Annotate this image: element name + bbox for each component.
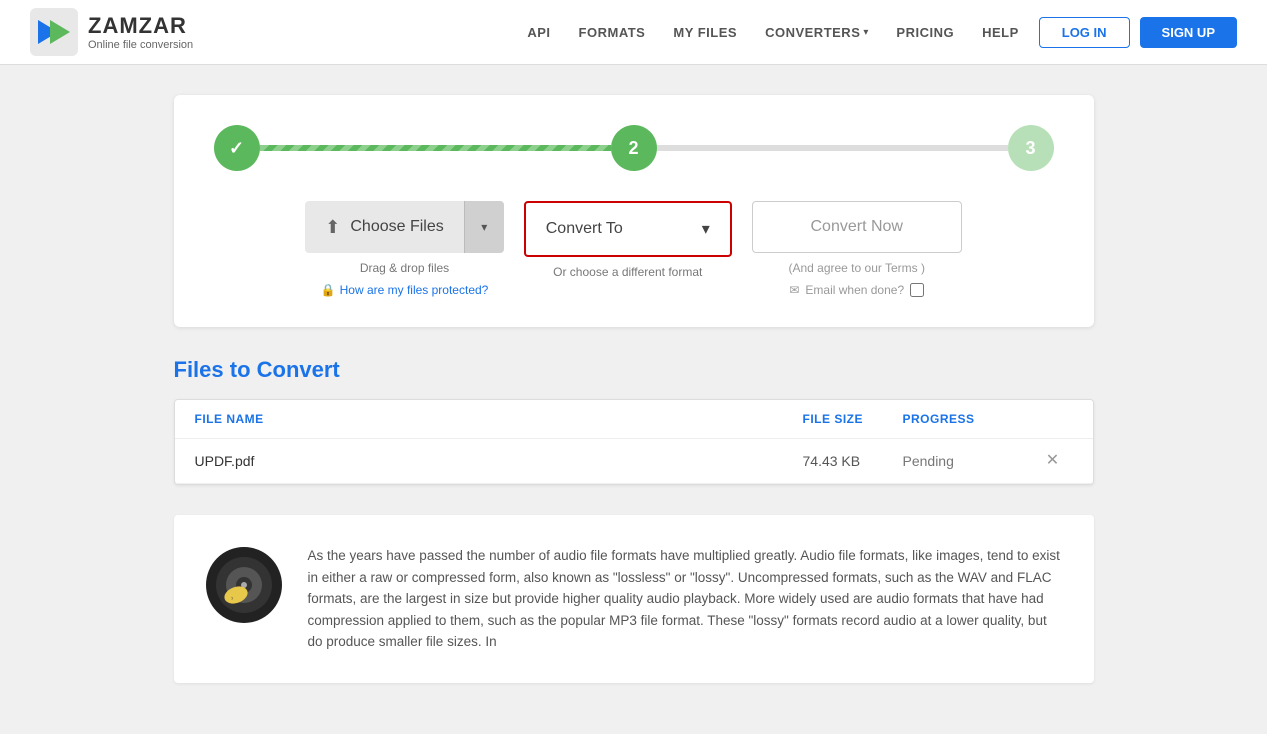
files-table: FILE NAME FILE SIZE PROGRESS UPDF.pdf 74… bbox=[174, 399, 1094, 485]
logo-icon bbox=[30, 8, 78, 56]
file-remove-cell: ✕ bbox=[1033, 453, 1073, 469]
terms-text: (And agree to our Terms ) bbox=[788, 261, 925, 275]
terms-prefix: (And agree to our bbox=[788, 261, 885, 275]
convert-to-label: Convert To bbox=[546, 220, 623, 238]
file-name-cell: UPDF.pdf bbox=[195, 453, 803, 469]
file-name-value: UPDF.pdf bbox=[195, 453, 255, 469]
nav-converters-label: CONVERTERS bbox=[765, 25, 860, 40]
remove-file-button[interactable]: ✕ bbox=[1046, 453, 1059, 469]
convert-to-select[interactable]: Convert To ▾ bbox=[528, 205, 728, 253]
choose-files-button[interactable]: ⬆ Choose Files ▾ bbox=[305, 201, 503, 253]
main-content: ✓ 2 3 ⬆ Choose Files ▾ bbox=[154, 65, 1114, 713]
files-title-colored: Convert bbox=[257, 357, 340, 382]
nav-api[interactable]: API bbox=[527, 25, 550, 40]
step-2-label: 2 bbox=[628, 138, 638, 159]
col-filename-header: FILE NAME bbox=[195, 412, 803, 426]
step-2-circle: 2 bbox=[611, 125, 657, 171]
step-1-circle: ✓ bbox=[214, 125, 260, 171]
login-button[interactable]: LOG IN bbox=[1039, 17, 1130, 48]
nav-pricing[interactable]: PRICING bbox=[896, 25, 954, 40]
actions-row: ⬆ Choose Files ▾ Drag & drop files 🔒 How… bbox=[214, 201, 1054, 297]
file-progress-cell: Pending bbox=[903, 453, 1033, 469]
convert-to-wrapper: Convert To ▾ Or choose a different forma… bbox=[524, 201, 732, 279]
signup-button[interactable]: SIGN UP bbox=[1140, 17, 1237, 48]
email-row: ✉ Email when done? bbox=[789, 283, 924, 297]
nav-converters[interactable]: CONVERTERS ▾ bbox=[765, 25, 868, 40]
convert-to-select-wrapper: Convert To ▾ bbox=[524, 201, 732, 257]
step-line-2 bbox=[657, 145, 1008, 151]
email-icon: ✉ bbox=[789, 283, 799, 297]
logo[interactable]: ZAMZAR Online file conversion bbox=[30, 8, 193, 56]
drag-drop-text: Drag & drop files bbox=[360, 261, 449, 275]
choose-files-label: Choose Files bbox=[350, 218, 443, 236]
choose-files-main: ⬆ Choose Files bbox=[305, 217, 463, 238]
step-progress: ✓ 2 3 bbox=[214, 125, 1054, 171]
convert-now-button[interactable]: Convert Now bbox=[752, 201, 962, 253]
terms-suffix: ) bbox=[921, 261, 925, 275]
header-buttons: LOG IN SIGN UP bbox=[1039, 17, 1237, 48]
protection-label: How are my files protected? bbox=[340, 283, 489, 297]
email-label: Email when done? bbox=[805, 283, 904, 297]
converters-chevron-icon: ▾ bbox=[863, 27, 868, 38]
info-image-wrapper: ♪ bbox=[204, 545, 284, 653]
logo-text: ZAMZAR Online file conversion bbox=[88, 13, 193, 51]
convert-now-wrapper: Convert Now (And agree to our Terms ) ✉ … bbox=[752, 201, 962, 297]
convert-to-chevron-icon: ▾ bbox=[702, 219, 710, 239]
step-3-label: 3 bbox=[1025, 138, 1035, 159]
files-title-plain: Files to bbox=[174, 357, 257, 382]
header: ZAMZAR Online file conversion API FORMAT… bbox=[0, 0, 1267, 65]
logo-title: ZAMZAR bbox=[88, 13, 193, 39]
col-progress-header: PROGRESS bbox=[903, 412, 1033, 426]
step-1-label: ✓ bbox=[229, 138, 244, 159]
file-progress-value: Pending bbox=[903, 453, 954, 469]
files-title: Files to Convert bbox=[174, 357, 1094, 383]
upload-icon: ⬆ bbox=[325, 217, 340, 238]
vinyl-record-icon: ♪ bbox=[204, 545, 284, 625]
nav-help[interactable]: HELP bbox=[982, 25, 1019, 40]
choose-files-dropdown[interactable]: ▾ bbox=[464, 201, 504, 253]
file-size-value: 74.43 KB bbox=[803, 453, 861, 469]
files-table-header: FILE NAME FILE SIZE PROGRESS bbox=[175, 400, 1093, 439]
chevron-down-icon: ▾ bbox=[481, 220, 487, 234]
nav-formats[interactable]: FORMATS bbox=[579, 25, 646, 40]
info-text: As the years have passed the number of a… bbox=[308, 545, 1064, 653]
step-3-circle: 3 bbox=[1008, 125, 1054, 171]
step-line-1 bbox=[260, 145, 611, 151]
table-row: UPDF.pdf 74.43 KB Pending ✕ bbox=[175, 439, 1093, 484]
nav-my-files[interactable]: MY FILES bbox=[673, 25, 737, 40]
col-filesize-header: FILE SIZE bbox=[803, 412, 903, 426]
converter-card: ✓ 2 3 ⬆ Choose Files ▾ bbox=[174, 95, 1094, 327]
email-checkbox[interactable] bbox=[910, 283, 924, 297]
files-section: Files to Convert FILE NAME FILE SIZE PRO… bbox=[174, 357, 1094, 485]
lock-icon: 🔒 bbox=[321, 283, 336, 297]
info-section: ♪ As the years have passed the number of… bbox=[174, 515, 1094, 683]
terms-link[interactable]: Terms bbox=[885, 261, 918, 275]
main-nav: API FORMATS MY FILES CONVERTERS ▾ PRICIN… bbox=[527, 25, 1018, 40]
choose-files-wrapper: ⬆ Choose Files ▾ Drag & drop files 🔒 How… bbox=[305, 201, 503, 297]
different-format-text[interactable]: Or choose a different format bbox=[553, 265, 702, 279]
file-size-cell: 74.43 KB bbox=[803, 453, 903, 469]
protection-link[interactable]: 🔒 How are my files protected? bbox=[321, 283, 489, 297]
logo-subtitle: Online file conversion bbox=[88, 39, 193, 51]
